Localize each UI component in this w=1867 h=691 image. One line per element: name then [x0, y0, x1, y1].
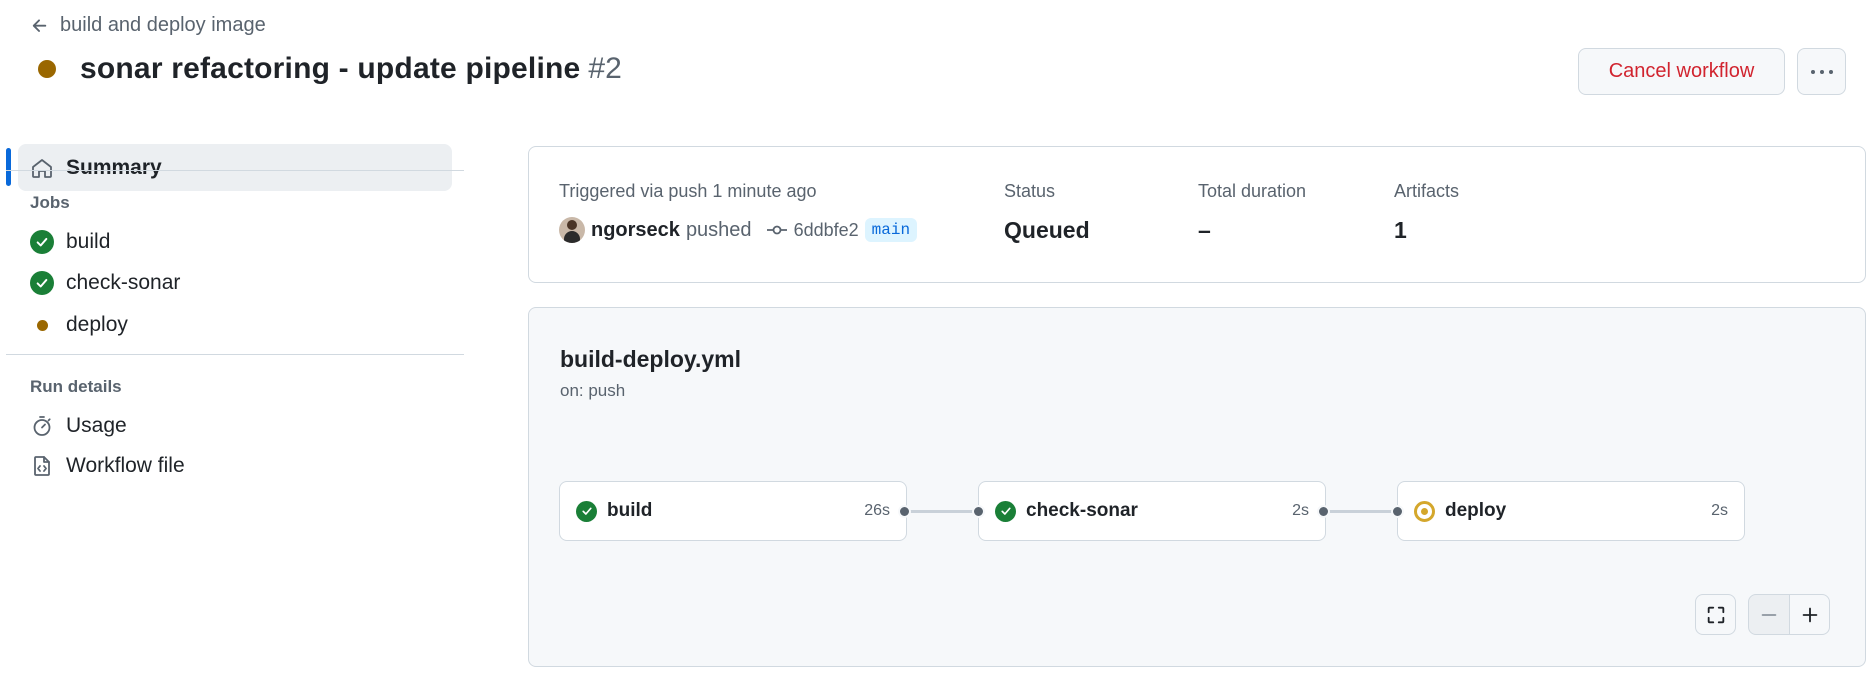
fullscreen-button[interactable] [1695, 594, 1736, 635]
file-code-icon [34, 456, 50, 476]
check-icon [36, 278, 48, 288]
page-title-row: sonar refactoring - update pipeline #2 [38, 52, 622, 86]
run-number: #2 [588, 52, 622, 85]
stopwatch-icon [33, 416, 51, 436]
icon-wrap [30, 414, 54, 438]
icon-wrap [30, 271, 54, 295]
workflow-file-name[interactable]: build-deploy.yml [560, 346, 741, 373]
job-connector [904, 510, 982, 513]
icon-wrap [30, 230, 54, 254]
graph-job-check-sonar[interactable]: check-sonar 2s [978, 481, 1326, 541]
check-icon [36, 237, 48, 247]
cancel-workflow-button[interactable]: Cancel workflow [1578, 48, 1785, 95]
sidebar-item-label: Workflow file [66, 454, 185, 477]
kebab-horizontal-icon [1810, 69, 1815, 74]
home-icon [32, 158, 52, 178]
connector-port [1391, 505, 1404, 518]
zoom-out-button[interactable] [1748, 594, 1790, 635]
check-icon [581, 507, 592, 515]
avatar[interactable] [559, 217, 585, 243]
active-indicator [6, 148, 11, 186]
workflow-trigger: on: push [560, 381, 626, 400]
trigger-label: Triggered via push 1 minute ago [559, 181, 817, 201]
divider [6, 170, 464, 171]
user-link[interactable]: ngorseck [591, 219, 680, 242]
check-circle-icon [995, 500, 1016, 522]
icon-wrap [30, 454, 54, 478]
kebab-dot [1828, 69, 1833, 74]
action-text: pushed [685, 218, 752, 241]
sidebar-item-label: Usage [66, 414, 127, 437]
minus-icon [1761, 613, 1777, 616]
icon-wrap [30, 313, 54, 337]
kebab-dot [1819, 69, 1824, 74]
sidebar-item-label: Summary [66, 155, 162, 179]
duration-label: Total duration [1198, 181, 1307, 201]
check-circle-icon [30, 271, 54, 295]
graph-job-deploy[interactable]: deploy 2s [1397, 481, 1745, 541]
job-duration: 26s [864, 502, 890, 519]
job-label: build [607, 500, 653, 521]
job-label: deploy [1445, 500, 1507, 521]
connector-port [1317, 505, 1330, 518]
job-duration: 2s [1292, 502, 1309, 519]
run-summary-card: Triggered via push 1 minute ago ngorseck… [528, 146, 1866, 283]
sidebar-item-label: check-sonar [66, 271, 181, 294]
job-connector [1323, 510, 1401, 513]
duration-value: – [1198, 217, 1211, 243]
sidebar-item-job-check-sonar[interactable]: check-sonar [30, 268, 180, 298]
sidebar-item-label: deploy [66, 313, 128, 336]
plus-icon [1802, 607, 1817, 622]
queued-status-icon [1414, 500, 1435, 522]
page-title: sonar refactoring - update pipeline [80, 52, 581, 85]
branch-badge[interactable]: main [864, 218, 918, 242]
jobs-heading: Jobs [30, 193, 70, 212]
arrow-left-icon [32, 18, 47, 32]
queued-dot-icon [36, 319, 48, 331]
job-duration: 2s [1711, 502, 1728, 519]
sidebar-item-job-build[interactable]: build [30, 227, 110, 257]
back-link-label: build and deploy image [60, 14, 266, 36]
workflow-graph-card: build-deploy.yml on: push build 26s chec… [528, 307, 1866, 667]
artifacts-label: Artifacts [1394, 181, 1460, 201]
screen-full-icon [1707, 606, 1724, 623]
trigger-details: ngorseck pushed 6ddbfe2 main [559, 217, 918, 243]
queued-status-icon [38, 60, 56, 78]
connector-port [972, 505, 985, 518]
graph-job-build[interactable]: build 26s [559, 481, 907, 541]
git-commit-icon [766, 225, 787, 235]
sidebar-item-workflow-file[interactable]: Workflow file [30, 451, 185, 481]
check-circle-icon [576, 500, 597, 522]
sidebar-item-job-deploy[interactable]: deploy [30, 310, 128, 340]
status-label: Status [1004, 181, 1056, 201]
artifacts-count-link[interactable]: 1 [1394, 217, 1407, 244]
divider [6, 354, 464, 355]
zoom-in-button[interactable] [1789, 594, 1830, 635]
back-link[interactable]: build and deploy image [30, 14, 266, 37]
job-label: check-sonar [1026, 500, 1138, 521]
connector-port [898, 505, 911, 518]
check-icon [1000, 507, 1011, 515]
run-details-heading: Run details [30, 377, 122, 396]
sidebar-item-summary[interactable]: Summary [18, 144, 452, 191]
status-value: Queued [1004, 217, 1090, 243]
more-options-button[interactable] [1797, 48, 1846, 95]
commit-sha-link[interactable]: 6ddbfe2 [794, 220, 859, 241]
check-circle-icon [30, 230, 54, 254]
sidebar-item-usage[interactable]: Usage [30, 411, 127, 441]
sidebar-item-label: build [66, 230, 111, 253]
